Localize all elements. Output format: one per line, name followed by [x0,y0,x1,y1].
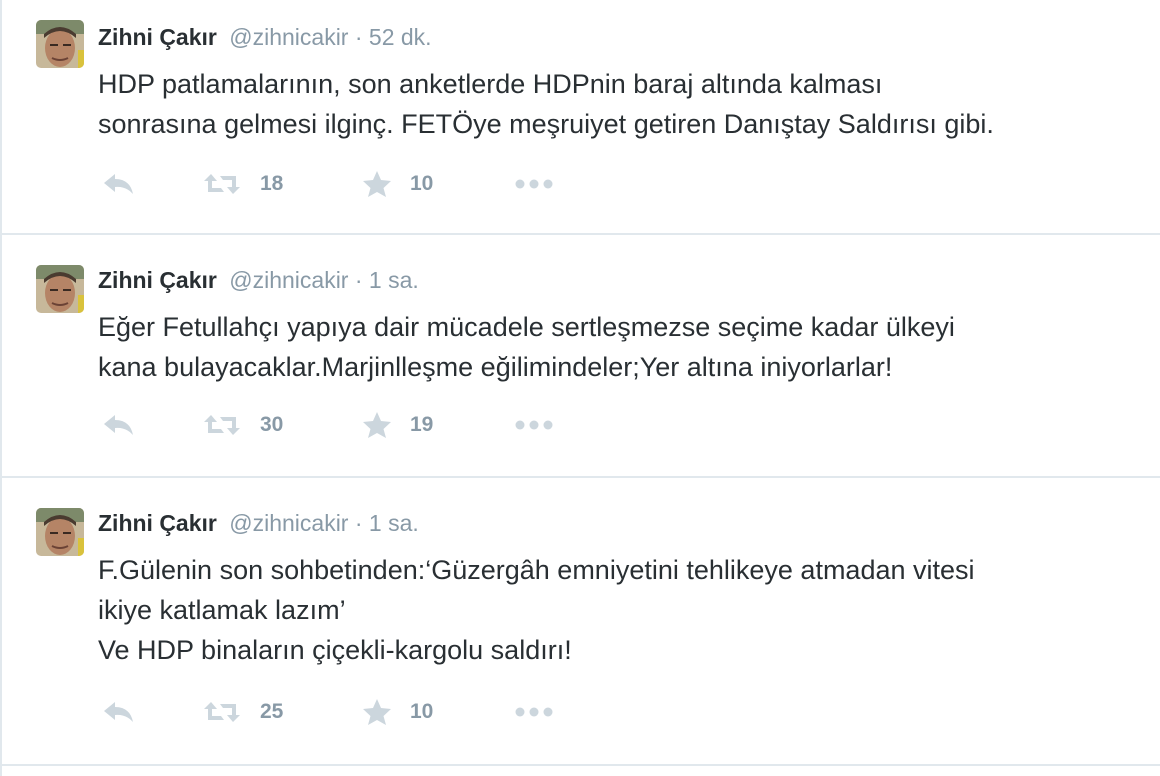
retweet-count: 25 [260,700,284,723]
retweet-icon [204,415,240,435]
tweet-timestamp[interactable]: 52 dk. [369,24,432,50]
more-options-button[interactable] [514,168,554,200]
tweet-text: Eğer Fetullahçı yapıya dair mücadele ser… [98,307,955,387]
retweet-button[interactable]: 30 [202,409,283,441]
timeline: Zihni Çakır @zihnicakir · 52 dk. HDP pat… [0,0,1160,776]
tweet-text-line: kana bulayacaklar.Marjinlleşme eğilimind… [98,352,893,382]
tweet-header: Zihni Çakır @zihnicakir · 1 sa. [98,508,419,538]
tweet-text-line: ikiye katlamak lazım’ [98,595,346,625]
reply-icon [104,174,133,194]
star-icon [363,412,391,438]
author-username[interactable]: @zihnicakir [229,24,348,50]
star-icon [363,699,391,725]
header-separator: · [354,24,363,50]
tweet-header: Zihni Çakır @zihnicakir · 52 dk. [98,22,432,52]
tweet-header: Zihni Çakır @zihnicakir · 1 sa. [98,265,419,295]
tweet-timestamp[interactable]: 1 sa. [369,267,419,293]
more-dots-icon [515,179,553,189]
tweet-actions: 18 10 [98,168,568,200]
tweet-text-line: Ve HDP binaların çiçekli-kargolu saldırı… [98,635,572,665]
more-dots-icon [515,707,553,717]
author-name[interactable]: Zihni Çakır [98,24,217,50]
favorite-button[interactable]: 10 [362,696,433,728]
more-options-button[interactable] [514,696,554,728]
author-username[interactable]: @zihnicakir [229,510,348,536]
author-name[interactable]: Zihni Çakır [98,510,217,536]
avatar[interactable] [36,265,84,313]
reply-button[interactable] [102,168,136,200]
retweet-icon [204,174,240,194]
tweet[interactable]: Zihni Çakır @zihnicakir · 1 sa. F.Güleni… [2,478,1160,766]
reply-icon [104,702,133,722]
favorite-count: 10 [410,172,434,195]
tweet[interactable]: Zihni Çakır @zihnicakir · 1 sa. Eğer Fet… [2,235,1160,478]
tweet-text: HDP patlamalarının, son anketlerde HDPni… [98,64,994,144]
star-icon [363,171,391,197]
more-dots-icon [515,420,553,430]
avatar[interactable] [36,508,84,556]
header-separator: · [354,267,363,293]
retweet-icon [204,702,240,722]
tweet-actions: 30 19 [98,409,568,441]
favorite-count: 19 [410,413,434,436]
tweet-text-line: sonrasına gelmesi ilginç. FETÖye meşruiy… [98,109,994,139]
tweet-text: F.Gülenin son sohbetinden:‘Güzergâh emni… [98,550,975,670]
favorite-count: 10 [410,700,434,723]
tweet-text-line: F.Gülenin son sohbetinden:‘Güzergâh emni… [98,555,975,585]
retweet-button[interactable]: 25 [202,696,283,728]
author-name[interactable]: Zihni Çakır [98,267,217,293]
tweet-timestamp[interactable]: 1 sa. [369,510,419,536]
header-separator: · [354,510,363,536]
next-tweet-stub [2,766,1160,776]
tweet[interactable]: Zihni Çakır @zihnicakir · 52 dk. HDP pat… [2,0,1160,235]
tweet-text-line: HDP patlamalarının, son anketlerde HDPni… [98,69,883,99]
avatar[interactable] [36,20,84,68]
reply-button[interactable] [102,409,136,441]
reply-icon [104,415,133,435]
retweet-button[interactable]: 18 [202,168,283,200]
retweet-count: 30 [260,413,284,436]
favorite-button[interactable]: 19 [362,409,433,441]
favorite-button[interactable]: 10 [362,168,433,200]
tweet-actions: 25 10 [98,696,568,728]
reply-button[interactable] [102,696,136,728]
author-username[interactable]: @zihnicakir [229,267,348,293]
more-options-button[interactable] [514,409,554,441]
retweet-count: 18 [260,172,284,195]
tweet-text-line: Eğer Fetullahçı yapıya dair mücadele ser… [98,312,955,342]
